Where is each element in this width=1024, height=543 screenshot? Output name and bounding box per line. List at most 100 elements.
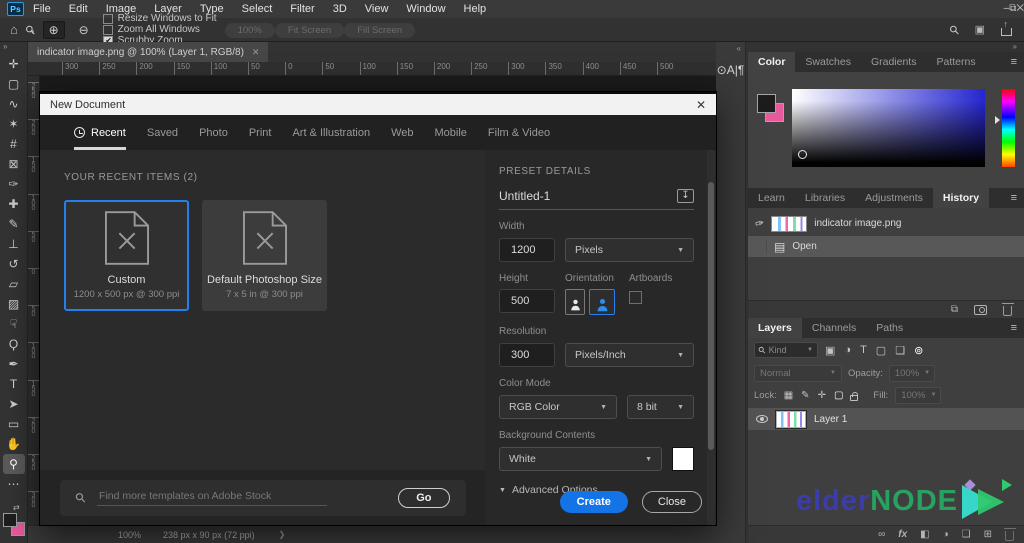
zoom-preset-button[interactable]: Fill Screen (344, 22, 416, 38)
lock-artboard-icon[interactable]: ▢ (834, 390, 843, 401)
menu-item[interactable]: File (24, 3, 60, 15)
color-field-cursor[interactable] (798, 150, 807, 159)
frame-tool[interactable]: ⊠ (3, 154, 25, 174)
panel-menu-icon[interactable]: ≡ (1011, 192, 1024, 204)
panel-tab[interactable]: Patterns (926, 52, 985, 72)
filter-pin-icon[interactable]: ⊚ (914, 344, 923, 357)
history-step-row[interactable]: ▤ Open (748, 236, 1024, 257)
filter-image-icon[interactable]: ▣ (825, 344, 835, 357)
dialog-tab[interactable]: Recent (74, 115, 126, 150)
character-panel-icon[interactable]: A| (727, 63, 738, 77)
menu-item[interactable]: View (356, 3, 398, 15)
new-group-icon[interactable]: ❏ (962, 529, 971, 540)
background-color-swatch[interactable] (672, 447, 694, 471)
resolution-unit-dropdown[interactable]: Pixels/Inch ▼ (565, 343, 694, 367)
panel-tab[interactable]: Swatches (795, 52, 861, 72)
bit-depth-dropdown[interactable]: 8 bit ▼ (627, 395, 694, 419)
document-tab[interactable]: indicator image.png @ 100% (Layer 1, RGB… (28, 42, 269, 62)
history-brush-tool[interactable]: ↺ (3, 254, 25, 274)
lock-all-icon[interactable] (850, 391, 859, 401)
lasso-tool[interactable]: ∿ (3, 94, 25, 114)
history-source-well[interactable] (755, 239, 767, 254)
move-tool[interactable]: ✛ (3, 54, 25, 74)
panel-tab[interactable]: Color (748, 52, 796, 72)
menu-item[interactable]: Edit (60, 3, 97, 15)
menu-item[interactable]: Filter (281, 3, 323, 15)
swap-colors-icon[interactable]: ⇄ (13, 503, 20, 512)
dodge-tool[interactable]: Ϙ (3, 334, 25, 354)
history-snapshot-row[interactable]: ✑ indicator image.png (748, 213, 1024, 234)
healing-brush-tool[interactable]: ✚ (3, 194, 25, 214)
dialog-tab[interactable]: Art & Illustration (292, 115, 370, 150)
filter-type-icon[interactable]: T (860, 344, 867, 357)
delete-state-icon[interactable] (1001, 303, 1014, 316)
filter-smart-object-icon[interactable]: ❏ (895, 344, 905, 357)
paragraph-panel-icon[interactable]: ¶ (738, 63, 744, 77)
width-unit-dropdown[interactable]: Pixels ▼ (565, 238, 694, 262)
save-preset-icon[interactable]: ↧ (677, 189, 694, 203)
link-layers-icon[interactable]: ∞ (878, 529, 885, 540)
zoom-out-button[interactable]: ⊖ (73, 21, 95, 39)
layer-row[interactable]: Layer 1 (748, 408, 1024, 430)
share-icon[interactable] (1001, 19, 1012, 36)
menu-item[interactable]: Help (455, 3, 496, 15)
zoom-in-button[interactable]: ⊕ (42, 20, 65, 39)
object-selection-tool[interactable]: ✶ (3, 114, 25, 134)
dialog-tab[interactable]: Saved (147, 115, 178, 150)
panel-tab[interactable]: Channels (802, 318, 866, 338)
document-name-input[interactable]: Untitled-1 (499, 189, 677, 203)
height-input[interactable]: 500 (499, 289, 555, 313)
options-checkbox[interactable]: Resize Windows to Fit (102, 13, 217, 24)
lock-paint-icon[interactable]: ✎ (801, 390, 809, 401)
width-input[interactable]: 1200 (499, 238, 555, 262)
hue-slider[interactable] (1002, 89, 1015, 167)
smudge-tool[interactable]: ☟ (3, 314, 25, 334)
snapshot-thumbnail[interactable] (771, 215, 808, 232)
dock-expand-icon[interactable]: » (1013, 42, 1017, 52)
menu-item[interactable]: Select (233, 3, 282, 15)
layer-effects-icon[interactable]: fx (898, 529, 907, 540)
layer-filter-dropdown[interactable]: ⚲ Kind ▼ (754, 342, 818, 358)
tools-collapse-icon[interactable]: » (0, 42, 7, 54)
panel-tab[interactable]: Gradients (861, 52, 927, 72)
foreground-background-swatches[interactable]: ⇄ (2, 503, 28, 541)
pen-tool[interactable]: ✒ (3, 354, 25, 374)
eraser-tool[interactable]: ▱ (3, 274, 25, 294)
dialog-close-icon[interactable]: ✕ (696, 98, 706, 112)
panel-tab[interactable]: Layers (748, 318, 802, 338)
properties-panel-icon[interactable]: ⊙ (717, 63, 727, 77)
path-selection-tool[interactable]: ➤ (3, 394, 25, 414)
opacity-dropdown[interactable]: 100% ▼ (888, 364, 935, 382)
delete-layer-icon[interactable] (1003, 528, 1016, 541)
preset-card[interactable]: Default Photoshop Size 7 x 5 in @ 300 pp… (202, 200, 327, 311)
resolution-input[interactable]: 300 (499, 343, 555, 367)
panel-tab[interactable]: Adjustments (855, 188, 933, 208)
clone-stamp-tool[interactable]: ⊥ (3, 234, 25, 254)
menu-item[interactable]: Window (397, 3, 454, 15)
go-button[interactable]: Go (398, 487, 450, 508)
zoom-preset-button[interactable]: 100% (224, 22, 275, 38)
rectangular-marquee-tool[interactable]: ▢ (3, 74, 25, 94)
zoom-tool[interactable]: ⚲ (2, 454, 25, 474)
artboards-checkbox[interactable] (629, 291, 642, 304)
rectangle-tool[interactable]: ▭ (3, 414, 25, 434)
brush-tool[interactable]: ✎ (3, 214, 25, 234)
zoom-tool-icon[interactable]: ⚲▾ (22, 21, 38, 37)
foreground-color-swatch[interactable] (3, 513, 17, 527)
panel-tab[interactable]: Libraries (795, 188, 855, 208)
close-button[interactable]: ✕ (1016, 3, 1024, 14)
filter-adjustment-icon[interactable]: ◑ (844, 344, 851, 357)
menu-item[interactable]: 3D (324, 3, 356, 15)
history-brush-icon[interactable]: ✑ (753, 216, 766, 231)
options-checkbox[interactable]: Zoom All Windows (102, 24, 217, 35)
close-button[interactable]: Close (641, 491, 702, 513)
dialog-tab[interactable]: Web (391, 115, 413, 150)
stock-search-input[interactable]: Find more templates on Adobe Stock (97, 490, 328, 506)
filter-shape-icon[interactable]: ▢ (876, 344, 886, 357)
foreground-color-swatch[interactable] (757, 94, 776, 113)
layer-mask-icon[interactable]: ◧ (920, 529, 929, 540)
color-mode-dropdown[interactable]: RGB Color ▼ (499, 395, 617, 419)
dialog-scrollbar[interactable] (707, 150, 715, 525)
workspace-icon[interactable]: ▣ (975, 23, 985, 36)
dialog-tab[interactable]: Mobile (435, 115, 467, 150)
